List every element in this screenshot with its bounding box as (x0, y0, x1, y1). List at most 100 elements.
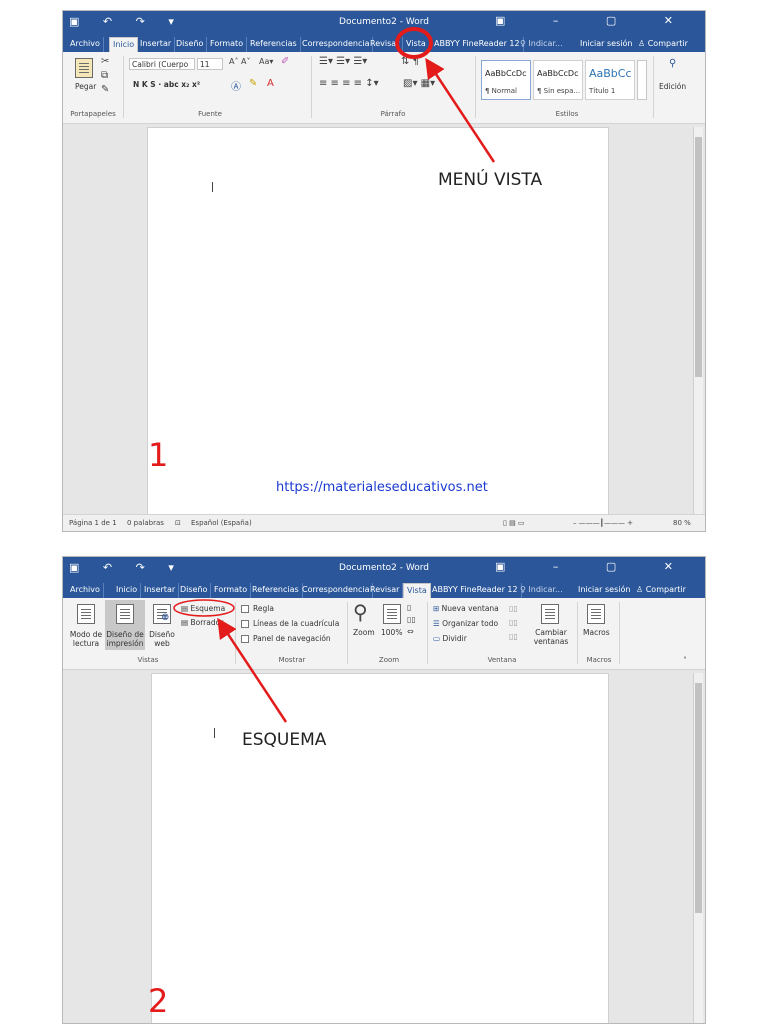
tab-abbyy[interactable]: ABBYY FineReader 12 (429, 583, 522, 598)
group-label-font: Fuente (198, 110, 222, 118)
proofing-icon[interactable]: ⊡ (175, 519, 181, 527)
shading-icon[interactable]: ▨▾ ▦▾ (403, 78, 435, 89)
style-no-spacing[interactable]: AaBbCcDc ¶ Sin espa... (533, 60, 583, 100)
macros-label[interactable]: Macros (583, 628, 610, 637)
group-label-clipboard: Portapapeles (70, 110, 116, 118)
print-layout-label: Diseño de impresión (106, 630, 144, 648)
edit-label[interactable]: Edición (659, 82, 686, 91)
search-icon[interactable]: ⚲ (669, 58, 676, 69)
macros-icon[interactable] (587, 604, 605, 624)
word-count[interactable]: 0 palabras (127, 519, 164, 527)
split-button[interactable]: ▭ Dividir (433, 634, 467, 643)
read-mode-icon[interactable] (77, 604, 95, 624)
group-separator (577, 602, 578, 664)
clear-format-icon[interactable]: ✐ (281, 56, 289, 67)
cut-icon[interactable]: ✂ (101, 56, 109, 67)
view-mode-icons[interactable]: ▯ ▤ ▭ (503, 519, 525, 527)
style-preview: AaBbCcDc (537, 69, 579, 78)
text-cursor (214, 728, 215, 738)
tell-me-box[interactable]: ♀ Indicar... (517, 37, 566, 52)
document-page[interactable] (151, 673, 609, 1023)
style-normal[interactable]: AaBbCcDc ¶ Normal (481, 60, 531, 100)
font-size-box[interactable]: 11 (197, 58, 223, 70)
group-separator (347, 602, 348, 664)
share-button[interactable]: ♙ Compartir (633, 583, 689, 598)
tab-insertar[interactable]: Insertar (141, 583, 180, 598)
window-controls[interactable]: ▣ – ▢ ✕ (495, 14, 695, 27)
zoom-slider[interactable]: – ———┃——— + (573, 519, 633, 527)
highlight-icon[interactable]: ✎ (249, 78, 257, 89)
ruler-label: Regla (253, 604, 274, 613)
ruler-checkbox[interactable] (241, 605, 249, 613)
ribbon-tabs: Archivo Inicio Insertar Diseño Formato R… (63, 35, 705, 52)
paste-icon[interactable] (75, 58, 93, 78)
font-color-icon[interactable]: A (267, 78, 274, 89)
side-by-side-icons[interactable]: ▯▯ ▯▯ ▯▯ (509, 602, 518, 644)
sign-in-link[interactable]: Iniciar sesión (575, 583, 633, 598)
tab-vista[interactable]: Vista (403, 583, 431, 598)
scrollbar-thumb[interactable] (695, 683, 702, 913)
draft-button[interactable]: ▤ Borrador (181, 618, 223, 627)
font-name-box[interactable]: Calibri (Cuerpo (129, 58, 195, 70)
page-view-icons[interactable]: ▯ ▯▯ ⇔ (407, 602, 416, 638)
style-heading-1[interactable]: AaBbCc Título 1 (585, 60, 635, 100)
copy-icon[interactable]: ⧉ (101, 70, 108, 81)
tab-insertar[interactable]: Insertar (137, 37, 176, 52)
hundred-percent-icon[interactable] (383, 604, 401, 624)
font-format-buttons[interactable]: N K S · abc x₂ x² (133, 80, 200, 89)
styles-more-button[interactable] (637, 60, 647, 100)
tab-inicio[interactable]: Inicio (113, 583, 142, 598)
tab-correspondencia[interactable]: Correspondencia (299, 583, 374, 598)
tab-abbyy[interactable]: ABBYY FineReader 12 (431, 37, 524, 52)
globe-icon: ⊕ (161, 612, 170, 623)
tab-revisar[interactable]: Revisar (367, 37, 404, 52)
share-button[interactable]: ♙ Compartir (635, 37, 691, 52)
web-layout-label[interactable]: Diseño web (147, 630, 177, 648)
new-window-button[interactable]: ⊞ Nueva ventana (433, 604, 499, 613)
bullets-icon[interactable]: ☰▾ ☰▾ ☰▾ (319, 56, 367, 67)
sort-icon[interactable]: ⇅ ¶ (401, 56, 419, 67)
hundred-percent-label[interactable]: 100% (381, 628, 402, 637)
nav-pane-checkbox[interactable] (241, 635, 249, 643)
tell-me-box[interactable]: ♀ Indicar... (517, 583, 566, 598)
collapse-ribbon-icon[interactable]: ˄ (683, 656, 687, 665)
vertical-scrollbar[interactable] (693, 673, 703, 1023)
grow-font-icon[interactable]: A˄ A˅ (229, 57, 251, 66)
style-preview: AaBbCc (589, 67, 632, 80)
tab-formato[interactable]: Formato (207, 37, 248, 52)
format-painter-icon[interactable]: ✎ (101, 84, 109, 95)
zoom-level[interactable]: 80 % (673, 519, 691, 527)
tab-diseno[interactable]: Diseño (173, 37, 208, 52)
print-layout-button[interactable]: Diseño de impresión (105, 600, 145, 650)
zoom-label[interactable]: Zoom (353, 628, 375, 637)
tab-formato[interactable]: Formato (211, 583, 252, 598)
align-icons[interactable]: ≡ ≡ ≡ ≡ ↕▾ (319, 78, 379, 89)
sign-in-link[interactable]: Iniciar sesión (577, 37, 635, 52)
switch-windows-icon[interactable] (541, 604, 559, 624)
switch-windows-label[interactable]: Cambiar ventanas (531, 628, 571, 646)
magnifier-icon[interactable]: ⚲ (353, 600, 368, 624)
website-link[interactable]: https://materialeseducativos.net (276, 480, 488, 495)
tab-inicio[interactable]: Inicio (109, 37, 139, 52)
style-name: ¶ Normal (485, 87, 518, 95)
tab-revisar[interactable]: Revisar (367, 583, 404, 598)
gridlines-checkbox[interactable] (241, 620, 249, 628)
tab-referencias[interactable]: Referencias (249, 583, 303, 598)
change-case-icon[interactable]: Aa▾ (259, 57, 273, 66)
scrollbar-thumb[interactable] (695, 137, 702, 377)
tab-diseno[interactable]: Diseño (177, 583, 212, 598)
read-mode-label[interactable]: Modo de lectura (67, 630, 105, 648)
vertical-scrollbar[interactable] (693, 127, 703, 516)
tab-referencias[interactable]: Referencias (247, 37, 301, 52)
group-separator (235, 602, 236, 664)
text-effects-icon[interactable]: Ⓐ (231, 78, 241, 93)
tab-archivo[interactable]: Archivo (67, 37, 104, 52)
tab-correspondencia[interactable]: Correspondencia (299, 37, 374, 52)
language-indicator[interactable]: Español (España) (191, 519, 252, 527)
page-count[interactable]: Página 1 de 1 (69, 519, 117, 527)
tab-vista[interactable]: Vista (403, 37, 430, 52)
tab-archivo[interactable]: Archivo (67, 583, 104, 598)
outline-button[interactable]: ▤ Esquema (181, 604, 225, 613)
arrange-all-button[interactable]: ☰ Organizar todo (433, 619, 498, 628)
window-controls[interactable]: ▣ – ▢ ✕ (495, 560, 695, 573)
